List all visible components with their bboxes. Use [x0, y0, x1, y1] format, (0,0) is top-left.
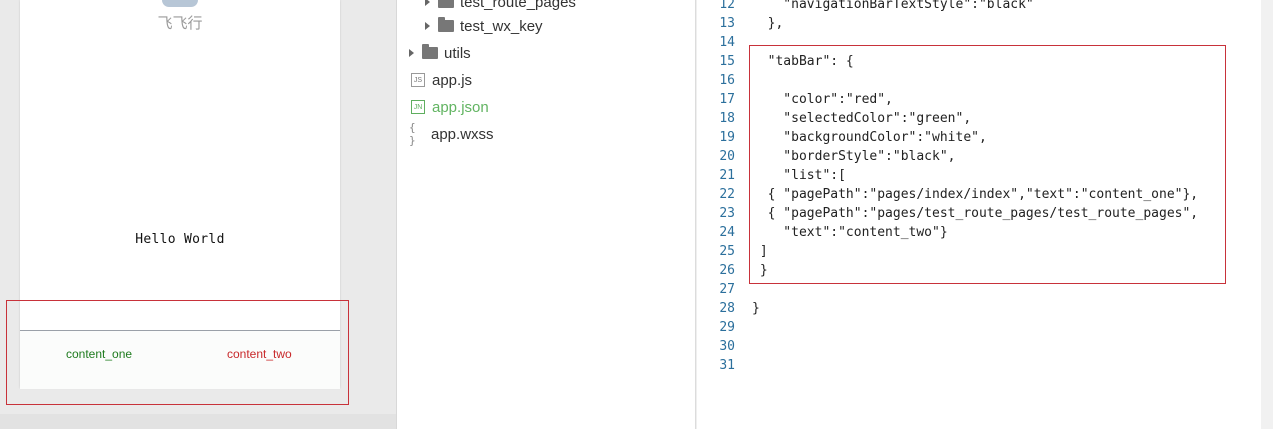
line-number: 13: [719, 16, 735, 31]
line-number: 26: [719, 263, 735, 278]
simulator-panel: 飞飞行 Hello World content_one content_two: [0, 0, 396, 429]
code-line[interactable]: 28}: [697, 299, 1261, 318]
editor-scrollbar[interactable]: [1261, 0, 1273, 429]
tree-item-label: app.js: [432, 71, 473, 89]
code-line[interactable]: 29: [697, 318, 1261, 337]
line-number: 23: [719, 206, 735, 221]
line-number: 22: [719, 187, 735, 202]
line-number: 30: [719, 339, 735, 354]
line-number: 17: [719, 92, 735, 107]
line-number: 27: [719, 282, 735, 297]
line-number: 12: [719, 0, 735, 12]
line-number: 24: [719, 225, 735, 240]
chevron-right-icon[interactable]: [425, 22, 430, 30]
code-line[interactable]: 30: [697, 337, 1261, 356]
js-file-icon: JS: [411, 73, 425, 87]
line-number: 16: [719, 73, 735, 88]
line-number: 19: [719, 130, 735, 145]
code-text: },: [752, 16, 784, 31]
line-number: 21: [719, 168, 735, 183]
line-number: 31: [719, 358, 735, 373]
line-number: 14: [719, 35, 735, 50]
file-tree: test_route_pages test_wx_key utils JS ap…: [396, 0, 696, 429]
code-line[interactable]: 13 },: [697, 14, 1261, 33]
chevron-right-icon[interactable]: [409, 49, 414, 57]
tree-item-app-js[interactable]: JS app.js: [411, 69, 472, 91]
tree-item-label: app.json: [432, 98, 489, 116]
tabbar-highlight-box: [6, 300, 349, 405]
line-number: 18: [719, 111, 735, 126]
tree-item-app-wxss[interactable]: { } app.wxss: [409, 121, 494, 147]
line-number: 28: [719, 301, 735, 316]
tree-item-test-wx-key[interactable]: test_wx_key: [425, 15, 543, 37]
code-text: }: [752, 301, 760, 316]
line-number: 25: [719, 244, 735, 259]
hello-world-text: Hello World: [135, 232, 225, 247]
json-file-icon: JN: [411, 100, 425, 114]
simulator-bottom-strip: [0, 414, 396, 429]
code-editor[interactable]: 12 "navigationBarTextStyle":"black" 13 },…: [697, 0, 1261, 429]
chevron-right-icon[interactable]: [425, 0, 430, 6]
tree-item-label: test_route_pages: [460, 0, 576, 11]
code-line[interactable]: 12 "navigationBarTextStyle":"black": [697, 0, 1261, 14]
folder-icon: [438, 0, 454, 8]
code-text: "navigationBarTextStyle":"black": [752, 0, 1034, 12]
code-line[interactable]: 31: [697, 356, 1261, 375]
folder-icon: [422, 44, 438, 59]
tree-item-label: app.wxss: [431, 125, 494, 143]
tree-item-label: test_wx_key: [460, 17, 543, 35]
line-number: 15: [719, 54, 735, 69]
line-number: 29: [719, 320, 735, 335]
tree-item-app-json[interactable]: JN app.json: [411, 96, 489, 118]
avatar: [162, 0, 198, 7]
line-number: 20: [719, 149, 735, 164]
user-nickname: 飞飞行: [157, 15, 203, 32]
tabbar-config-highlight-box: [749, 45, 1226, 284]
braces-file-icon: { }: [409, 121, 416, 147]
tree-item-label: utils: [444, 44, 471, 62]
tree-item-test-route-pages[interactable]: test_route_pages: [425, 0, 576, 13]
tree-item-utils[interactable]: utils: [409, 42, 471, 64]
folder-icon: [438, 17, 454, 32]
